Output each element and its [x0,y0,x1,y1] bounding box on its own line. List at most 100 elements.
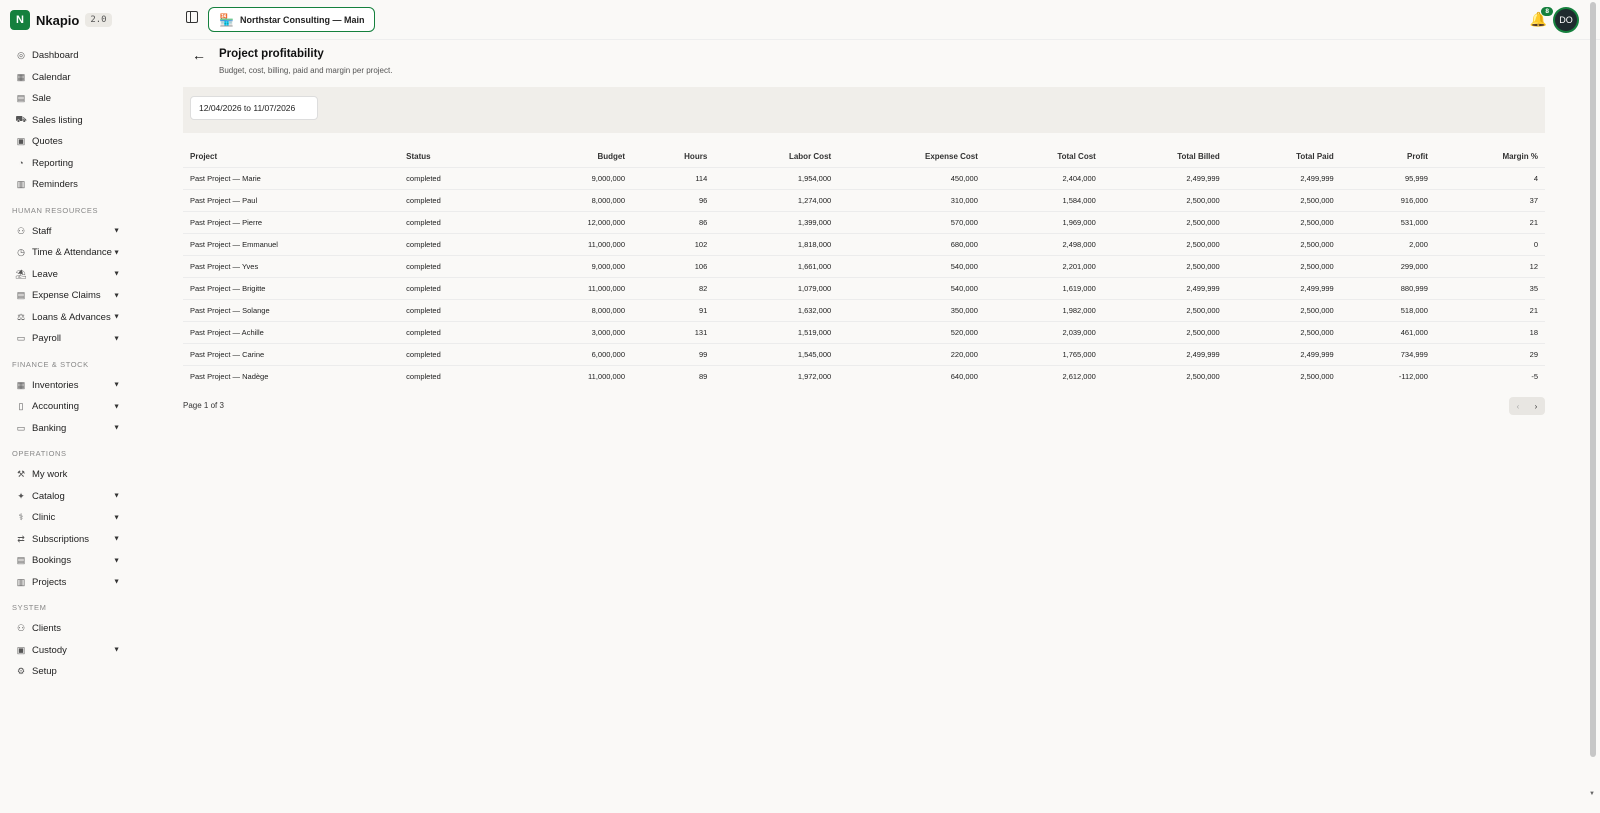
cell-margin: 18 [1434,320,1545,343]
sidebar-section-human-resources: Human Resources [12,205,99,215]
cell-total-cost: 1,765,000 [984,342,1103,365]
column-header-profit[interactable]: Profit [1341,147,1435,167]
sidebar-item-label: Quotes [32,136,63,148]
sidebar-item-time-and-attendance[interactable]: ◷ Time & Attendance ▼ [0,242,130,264]
chevron-down-icon[interactable]: ▼ [113,647,120,654]
cell-labor-cost: 1,661,000 [714,254,839,277]
table-row[interactable]: Past Project — Brigitte completed 11,000,0… [183,276,1545,299]
cell-project: Past Project — Solange [183,298,400,321]
column-header-total-cost[interactable]: Total Cost [985,147,1103,167]
chevron-down-icon[interactable]: ▼ [113,271,120,278]
column-header-total-billed[interactable]: Total Billed [1103,147,1227,167]
avatar[interactable]: DO [1555,9,1577,31]
table-row[interactable]: Past Project — Nadège completed 11,000,000… [183,364,1545,387]
sidebar-item-projects[interactable]: ▥ Projects ▼ [0,572,130,594]
column-header-budget[interactable]: Budget [548,147,632,167]
sidebar-item-calendar[interactable]: ▦ Calendar [0,67,130,89]
prev-page-button[interactable]: ‹ [1509,397,1527,415]
cell-profit: 734,999 [1340,342,1435,365]
sidebar-item-label: Reporting [32,157,74,169]
bookings-icon: ▤ [16,555,26,566]
org-switcher-button[interactable]: 🏪 Northstar Consulting — Main [208,7,376,32]
chevron-down-icon[interactable]: ▼ [113,425,120,432]
chevron-down-icon[interactable]: ▼ [113,403,120,410]
app-name: Nkapio [36,12,80,28]
box-icon: ▣ [16,644,26,655]
sidebar-item-setup[interactable]: ⚙ Setup [0,661,130,683]
sidebar-item-reminders[interactable]: ▥ Reminders [0,174,130,196]
chevron-down-icon[interactable]: ▼ [113,579,120,586]
column-header-project[interactable]: Project [183,147,399,167]
page-title: Project profitability [219,48,324,60]
sidebar-toggle-icon[interactable] [186,11,198,23]
sidebar-item-leave[interactable]: ⛱ Leave ▼ [0,264,130,286]
sidebar-item-sale[interactable]: ▤ Sale [0,88,130,110]
sidebar-item-payroll[interactable]: ▭ Payroll ▼ [0,328,130,350]
sidebar-item-clinic[interactable]: ⚕ Clinic ▼ [0,507,130,529]
chevron-down-icon[interactable]: ▼ [113,335,120,342]
table-row[interactable]: Past Project — Achille completed 3,000,000… [183,320,1545,343]
cell-budget: 3,000,000 [547,320,633,343]
sidebar-item-reporting[interactable]: ◔ Reporting [0,153,130,175]
chevron-down-icon[interactable]: ▼ [113,514,120,521]
back-arrow-icon[interactable]: ← [192,47,206,63]
sidebar-item-accounting[interactable]: ▯ Accounting ▼ [0,396,130,418]
table-row[interactable]: Past Project — Solange completed 8,000,000… [183,298,1545,321]
chevron-down-icon[interactable]: ▼ [113,557,120,564]
table-row[interactable]: Past Project — Carine completed 6,000,000 9… [183,342,1545,365]
date-range-picker[interactable]: 12/04/2026 to 11/07/2026 [190,96,318,120]
app-logo: N [10,10,30,30]
page-info: Page 1 of 3 [183,401,224,410]
column-header-margin[interactable]: Margin % [1435,147,1545,167]
chevron-down-icon[interactable]: ▼ [113,249,120,256]
cell-total-billed: 2,500,000 [1102,188,1227,211]
sidebar-item-bookings[interactable]: ▤ Bookings ▼ [0,550,130,572]
chevron-down-icon[interactable]: ▼ [113,382,120,389]
sidebar-item-staff[interactable]: ⚇ Staff ▼ [0,221,130,243]
sidebar-item-label: Bookings [32,555,72,567]
chevron-down-icon[interactable]: ▼ [113,314,120,321]
org-name: Northstar Consulting — Main [239,14,365,25]
brand[interactable]: N Nkapio 2.0 [0,0,130,40]
cell-total-billed: 2,500,000 [1102,254,1227,277]
cell-total-cost: 2,039,000 [984,320,1103,343]
column-header-hours[interactable]: Hours [632,147,714,167]
sidebar-item-label: Accounting [32,401,80,413]
sidebar-item-quotes[interactable]: ▣ Quotes [0,131,130,153]
cell-budget: 6,000,000 [547,342,633,365]
sidebar-item-expense-claims[interactable]: ▤ Expense Claims ▼ [0,285,130,307]
wrench-icon: ⚒ [16,469,26,480]
column-header-expense-cost[interactable]: Expense Cost [838,147,985,167]
sidebar-item-custody[interactable]: ▣ Custody ▼ [0,640,130,662]
calendar-icon: ▦ [16,71,26,82]
scrollbar-thumb[interactable] [1590,2,1596,757]
chevron-down-icon[interactable]: ▼ [113,228,120,235]
sidebar-item-dashboard[interactable]: ◎ Dashboard [0,45,130,67]
table-row[interactable]: Past Project — Yves completed 9,000,000 106… [183,254,1545,277]
topbar: 🏪 Northstar Consulting — Main 🔔 8 DO [180,0,1600,40]
column-header-status[interactable]: Status [399,147,547,167]
sidebar-item-sales-listing[interactable]: ⛟ Sales listing [0,110,130,132]
sidebar-item-subscriptions[interactable]: ⇄ Subscriptions ▼ [0,529,130,551]
cell-margin: -5 [1434,364,1545,387]
next-page-button[interactable]: › [1527,397,1545,415]
table-row[interactable]: Past Project — Emmanuel completed 11,000,0… [183,232,1545,255]
table-row[interactable]: Past Project — Pierre completed 12,000,000… [183,210,1545,233]
sidebar-item-inventories[interactable]: ▦ Inventories ▼ [0,375,130,397]
table-row[interactable]: Past Project — Paul completed 8,000,000 96 1… [183,188,1545,211]
chevron-down-icon[interactable]: ▼ [113,493,120,500]
scroll-down-arrow-icon[interactable]: ▼ [1589,791,1595,797]
table-row[interactable]: Past Project — Marie completed 9,000,000 11… [183,166,1545,189]
sidebar-item-banking[interactable]: ▭ Banking ▼ [0,418,130,440]
column-header-total-paid[interactable]: Total Paid [1227,147,1341,167]
scrollbar[interactable]: ▼ [1589,2,1597,797]
sidebar-item-label: Reminders [32,179,78,191]
chevron-down-icon[interactable]: ▼ [113,536,120,543]
sidebar-item-clients[interactable]: ⚇ Clients [0,618,130,640]
chevron-down-icon[interactable]: ▼ [113,292,120,299]
column-header-labor-cost[interactable]: Labor Cost [714,147,838,167]
sidebar-item-my-work[interactable]: ⚒ My work [0,464,130,486]
sidebar-item-loans-and-advances[interactable]: ⚖ Loans & Advances ▼ [0,307,130,329]
sidebar-item-catalog[interactable]: ✦ Catalog ▼ [0,486,130,508]
cell-hours: 89 [632,364,715,387]
